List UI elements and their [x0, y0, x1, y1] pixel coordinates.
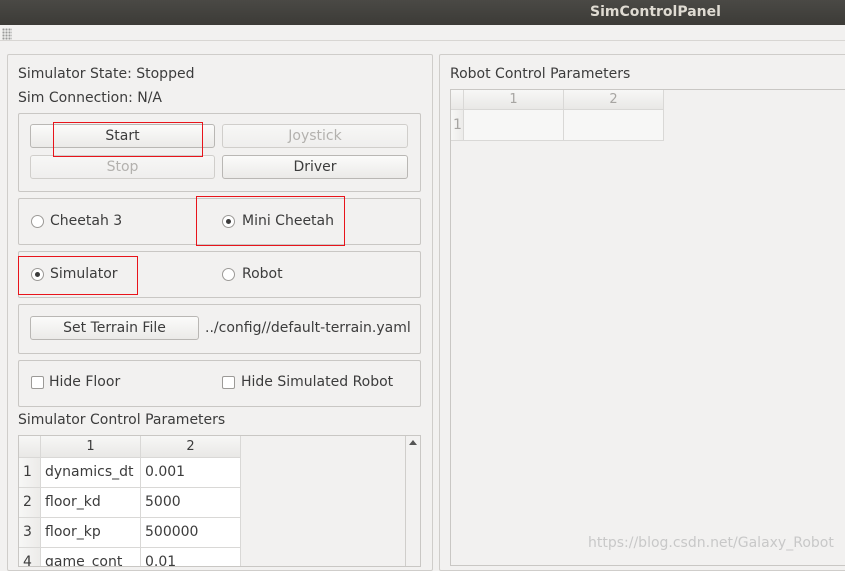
hide-floor-label[interactable]: Hide Floor — [49, 374, 120, 390]
title-bar: SimControlPanel — [0, 0, 845, 25]
row-header-4[interactable]: 4 — [19, 548, 41, 566]
row-header-1[interactable]: 1 — [451, 110, 464, 141]
toolbar-grip-handle[interactable] — [2, 28, 12, 40]
simulator-state-label: Simulator State: Stopped — [18, 66, 195, 82]
row-header-2[interactable]: 2 — [19, 488, 41, 518]
hide-floor-checkbox[interactable] — [31, 376, 44, 389]
vertical-scrollbar[interactable] — [405, 436, 420, 566]
corner-header — [451, 90, 464, 110]
sim-params-table[interactable]: 1 2 1 dynamics_dt 0.001 2 floor_kd 5000 … — [18, 435, 421, 567]
hide-simulated-robot-label[interactable]: Hide Simulated Robot — [241, 374, 393, 390]
param-value-cell[interactable]: 5000 — [141, 488, 241, 518]
divider — [0, 40, 845, 41]
param-value-cell[interactable]: 0.01 — [141, 548, 241, 566]
column-header-2[interactable]: 2 — [141, 436, 241, 458]
robot-radio[interactable] — [222, 268, 235, 281]
column-header-1[interactable]: 1 — [41, 436, 141, 458]
scroll-up-arrow-icon[interactable] — [409, 440, 417, 445]
row-header-1[interactable]: 1 — [19, 458, 41, 488]
param-value-cell[interactable]: 0.001 — [141, 458, 241, 488]
robot-param-name-cell[interactable] — [464, 110, 564, 141]
param-name-cell[interactable]: game_cont — [41, 548, 141, 566]
robot-params-table[interactable]: 1 2 1 — [450, 89, 845, 566]
driver-button[interactable]: Driver — [222, 155, 408, 179]
highlight-start — [53, 122, 203, 157]
column-header-2[interactable]: 2 — [564, 90, 664, 110]
param-name-cell[interactable]: floor_kd — [41, 488, 141, 518]
stop-button[interactable]: Stop — [30, 155, 215, 179]
window-title: SimControlPanel — [590, 4, 721, 20]
watermark-text: https://blog.csdn.net/Galaxy_Robot — [588, 535, 834, 551]
param-name-cell[interactable]: dynamics_dt — [41, 458, 141, 488]
highlight-simulator — [18, 256, 138, 295]
joystick-button[interactable]: Joystick — [222, 124, 408, 148]
hide-simulated-robot-checkbox[interactable] — [222, 376, 235, 389]
sim-params-title: Simulator Control Parameters — [18, 412, 226, 428]
param-value-cell[interactable]: 500000 — [141, 518, 241, 548]
terrain-file-path: ../config//default-terrain.yaml — [205, 320, 411, 336]
robot-label[interactable]: Robot — [242, 266, 283, 282]
row-header-3[interactable]: 3 — [19, 518, 41, 548]
highlight-mini-cheetah — [196, 196, 345, 246]
corner-header — [19, 436, 41, 458]
param-name-cell[interactable]: floor_kp — [41, 518, 141, 548]
column-header-1[interactable]: 1 — [464, 90, 564, 110]
cheetah3-radio[interactable] — [31, 215, 44, 228]
cheetah3-label[interactable]: Cheetah 3 — [50, 213, 122, 229]
robot-param-value-cell[interactable] — [564, 110, 664, 141]
robot-params-title: Robot Control Parameters — [450, 66, 631, 82]
sim-connection-label: Sim Connection: N/A — [18, 90, 163, 106]
set-terrain-file-button[interactable]: Set Terrain File — [30, 316, 199, 340]
